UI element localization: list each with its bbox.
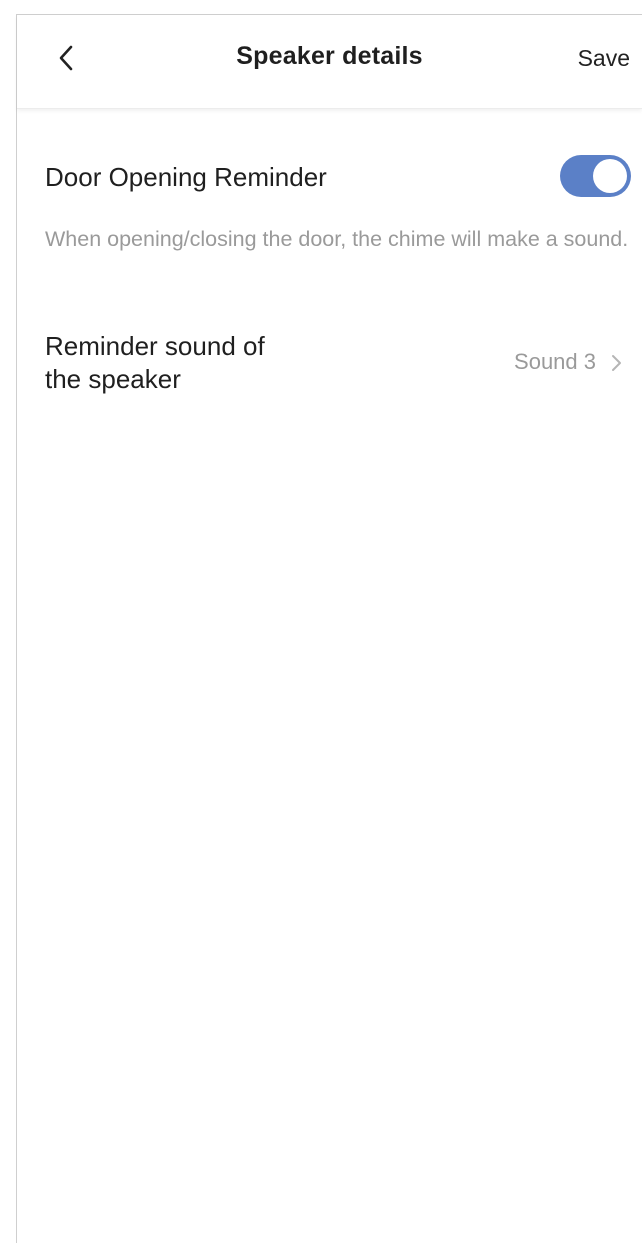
page-title: Speaker details <box>236 42 423 70</box>
door-reminder-toggle[interactable] <box>560 155 631 197</box>
reminder-sound-label-line1: Reminder sound of <box>45 331 265 361</box>
door-reminder-label: Door Opening Reminder <box>45 162 327 192</box>
reminder-sound-label-line2: the speaker <box>45 364 181 394</box>
chevron-right-icon <box>612 355 621 371</box>
door-reminder-description: When opening/closing the door, the chime… <box>45 227 629 251</box>
speaker-details-screen: Speaker details Save Door Opening Remind… <box>16 14 642 1243</box>
toggle-knob <box>593 159 627 193</box>
reminder-sound-row[interactable]: Reminder sound of the speaker Sound 3 <box>17 325 642 405</box>
save-button[interactable]: Save <box>578 45 630 72</box>
reminder-sound-value: Sound 3 <box>514 349 596 374</box>
header-bar: Speaker details Save <box>17 15 642 109</box>
